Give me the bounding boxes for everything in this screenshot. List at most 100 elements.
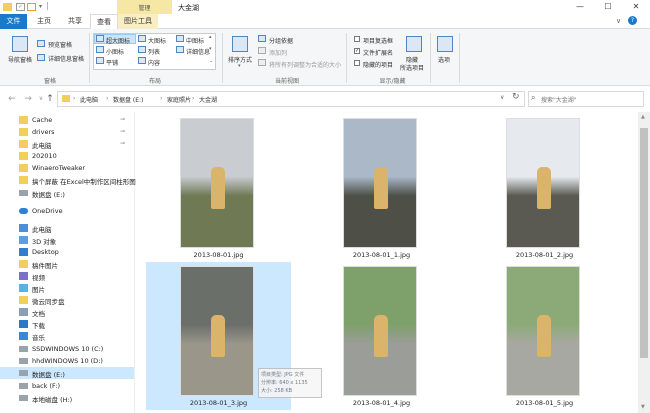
breadcrumb-chevron-icon[interactable]: › — [192, 95, 194, 102]
navigation-pane-button[interactable]: 导航窗格 — [8, 55, 32, 64]
properties-icon[interactable]: ✓ — [16, 3, 25, 11]
file-item[interactable]: 2013-08-01_1.jpg — [309, 114, 454, 262]
breadcrumb-family-photos[interactable]: 家庭照片 — [167, 95, 191, 104]
maximize-button[interactable]: ☐ — [594, 0, 622, 14]
group-by-button[interactable]: 分组依据 — [269, 36, 293, 45]
tab-file[interactable]: 文件 — [0, 14, 27, 29]
file-item[interactable]: 2013-08-01_5.jpg — [472, 262, 617, 410]
layout-medium-icons[interactable]: 中图标 — [186, 36, 204, 45]
sort-by-chevron-icon: ▾ — [238, 63, 241, 69]
search-placeholder: 搜索"大金湖" — [541, 97, 577, 104]
ribbon-separator — [346, 33, 347, 83]
breadcrumb-current-folder[interactable]: 大金湖 — [199, 95, 217, 104]
nav-item[interactable]: 稿件图片 — [0, 258, 134, 270]
ribbon-collapse-icon[interactable]: ∨ — [616, 17, 621, 25]
nav-item[interactable]: 音乐 — [0, 330, 134, 342]
layout-extra-large-icons[interactable]: 超大图标 — [106, 36, 130, 45]
nav-item[interactable]: 数据盘 (E:) — [0, 367, 134, 379]
size-columns-button[interactable]: 将所有列调整为合适的大小 — [269, 60, 341, 69]
video-icon — [19, 272, 28, 280]
nav-item[interactable]: hhdWINDOWS 10 (D:) — [0, 355, 134, 367]
up-arrow-icon[interactable]: ↑ — [44, 93, 56, 105]
nav-item[interactable]: Cache ⊸ — [0, 114, 134, 126]
scrollbar-thumb[interactable] — [640, 128, 648, 358]
hide-selected-sub: 所选项目 — [400, 65, 425, 72]
drive-icon — [19, 190, 28, 196]
file-extensions-checkbox[interactable]: ✓ — [354, 48, 360, 54]
sort-by-icon — [232, 36, 248, 52]
tab-share[interactable]: 共享 — [60, 14, 90, 29]
add-columns-button[interactable]: 添加列 — [269, 48, 287, 57]
close-button[interactable]: ✕ — [622, 0, 650, 14]
nav-item-label: drivers — [32, 128, 55, 136]
nav-item[interactable]: WinaeroTweaker — [0, 162, 134, 174]
nav-item[interactable]: drivers ⊸ — [0, 126, 134, 138]
gallery-expand-icon[interactable]: ⌄ — [209, 58, 213, 64]
drive-icon — [19, 358, 28, 364]
photo-thumbnail — [506, 266, 580, 396]
file-item[interactable]: 2013-08-01.jpg — [146, 114, 291, 262]
item-checkboxes-checkbox[interactable] — [354, 36, 360, 42]
photo-person-figure — [211, 315, 225, 357]
layout-details[interactable]: 详细信息 — [186, 47, 210, 56]
nav-item-label: 稿件图片 — [32, 262, 58, 270]
photo-thumbnail — [180, 266, 254, 396]
hide-selected-icon — [406, 36, 422, 52]
tab-view[interactable]: 查看 — [90, 14, 118, 30]
qat-chevron-icon[interactable]: ▾ — [39, 3, 42, 10]
minimize-button[interactable]: — — [566, 0, 594, 14]
scroll-up-icon[interactable]: ▲ — [641, 114, 645, 120]
nav-item[interactable]: 本地磁盘 (H:) — [0, 392, 134, 404]
ribbon-separator — [459, 33, 460, 83]
gallery-scroll-up-icon[interactable]: ▴ — [209, 34, 212, 40]
tab-home[interactable]: 主页 — [29, 14, 59, 29]
refresh-icon[interactable]: ↻ — [512, 92, 520, 102]
breadcrumb-chevron-icon[interactable]: › — [160, 95, 162, 102]
breadcrumb-this-pc[interactable]: 此电脑 — [80, 95, 98, 104]
breadcrumb-chevron-icon[interactable]: › — [106, 95, 108, 102]
hidden-items-checkbox[interactable] — [354, 60, 360, 66]
photo-thumbnail — [180, 118, 254, 248]
folder-icon — [19, 128, 28, 136]
layout-content[interactable]: 内容 — [148, 58, 160, 67]
navigation-pane-icon — [12, 36, 28, 52]
back-arrow-icon[interactable]: ← — [6, 93, 18, 105]
breadcrumb-data-disk[interactable]: 数据盘 (E:) — [113, 95, 143, 104]
layout-large-icons[interactable]: 大图标 — [148, 36, 166, 45]
help-icon[interactable]: ? — [628, 16, 637, 25]
tab-picture-tools[interactable]: 图片工具 — [118, 14, 158, 29]
nav-item[interactable]: 微云同步盘 — [0, 294, 134, 306]
gallery-scroll-down-icon[interactable]: ▾ — [209, 46, 212, 52]
nav-item[interactable]: 文档 — [0, 306, 134, 318]
nav-item[interactable]: SSDWINDOWS 10 (C:) — [0, 343, 134, 355]
group-label-panes: 窗格 — [43, 78, 56, 85]
pin-icon: ⊸ — [120, 116, 126, 123]
new-folder-icon[interactable] — [27, 3, 36, 11]
nav-item[interactable]: Desktop — [0, 246, 134, 258]
breadcrumb-chevron-icon[interactable]: › — [73, 95, 75, 102]
nav-item[interactable]: back (F:) — [0, 380, 134, 392]
layout-small-icons[interactable]: 小图标 — [106, 47, 124, 56]
nav-item[interactable]: 202010 — [0, 150, 134, 162]
nav-item[interactable]: 此电脑 — [0, 222, 134, 234]
nav-item[interactable]: 视频 — [0, 270, 134, 282]
layout-tiles[interactable]: 平铺 — [106, 58, 118, 67]
forward-arrow-icon[interactable]: → — [22, 93, 34, 105]
layout-list[interactable]: 列表 — [148, 47, 160, 56]
nav-item[interactable]: 搞个屏蔽 在Excel中制作区间柱形图 — [0, 174, 136, 186]
nav-item[interactable]: 下载 — [0, 318, 134, 330]
scroll-down-icon[interactable]: ▼ — [641, 404, 645, 410]
details-pane-button[interactable]: 详细信息窗格 — [48, 54, 84, 63]
nav-item[interactable]: 3D 对象 — [0, 234, 134, 246]
file-item[interactable]: 2013-08-01_2.jpg — [472, 114, 617, 262]
drive-icon — [19, 346, 28, 352]
preview-pane-button[interactable]: 预览窗格 — [48, 40, 72, 49]
nav-item[interactable]: 此电脑 ⊸ — [0, 138, 134, 150]
nav-item[interactable]: 图片 — [0, 282, 134, 294]
address-dropdown-icon[interactable]: ∨ — [500, 94, 504, 101]
file-item[interactable]: 2013-08-01_4.jpg — [309, 262, 454, 410]
nav-item[interactable]: 数据盘 (E:) — [0, 187, 134, 199]
nav-item[interactable]: OneDrive — [0, 205, 134, 217]
nav-item-label: OneDrive — [32, 207, 63, 215]
options-button[interactable]: 选项 — [438, 55, 450, 64]
